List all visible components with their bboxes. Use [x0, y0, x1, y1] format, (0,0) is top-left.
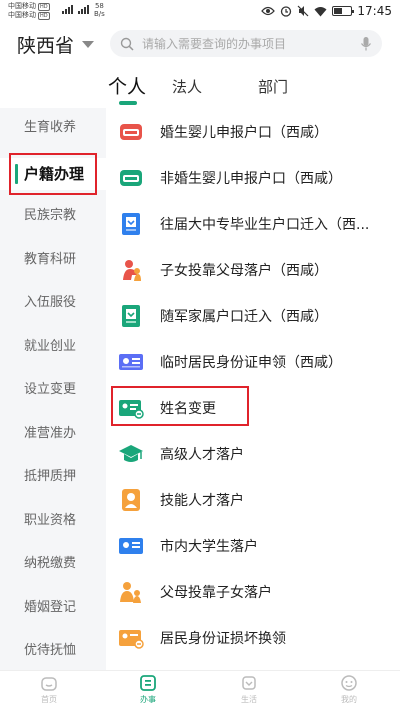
sidebar-item-birth-adoption[interactable]: 生育收养 — [0, 113, 106, 143]
list-item[interactable]: 非婚生婴儿申报户口（西咸） — [106, 158, 400, 198]
list-item[interactable]: 高级人才落户 — [106, 434, 400, 474]
list-item[interactable]: 子女投靠父母落户（西咸） — [106, 250, 400, 290]
nav-profile-label: 我的 — [341, 695, 357, 704]
list-item[interactable]: 父母投靠子女落户 — [106, 572, 400, 612]
search-bar[interactable]: 请输入需要查询的办事项目 — [110, 30, 382, 57]
active-tab-indicator — [119, 101, 137, 105]
sidebar-item-military-service[interactable]: 入伍服役 — [0, 288, 106, 318]
graduate-document-icon — [122, 213, 140, 235]
nav-home[interactable]: 首页 — [19, 674, 79, 705]
list-item[interactable]: 婚生婴儿申报户口（西咸） — [106, 112, 400, 152]
microphone-icon[interactable] — [360, 36, 372, 52]
item-label: 居民身份证损坏换领 — [160, 631, 286, 647]
carrier-1: 中国移动 — [8, 2, 36, 10]
profile-icon — [341, 675, 357, 691]
tab-department[interactable]: 部门 — [258, 76, 288, 97]
sidebar-item-tax-payment[interactable]: 纳税缴费 — [0, 549, 106, 579]
sidebar-item-preferential-treatment[interactable]: 优待抚恤 — [0, 636, 106, 666]
list-item[interactable]: 往届大中专毕业生户口迁入（西... — [106, 204, 400, 244]
search-icon — [120, 37, 134, 51]
category-tabs: 个人 法人 部门 — [0, 64, 400, 110]
student-card-icon — [119, 538, 143, 554]
header: 陕西省 请输入需要查询的办事项目 — [0, 24, 400, 64]
battery-icon — [332, 6, 355, 16]
nav-services-label: 办事 — [140, 695, 156, 704]
province-selector[interactable]: 陕西省 — [17, 31, 95, 58]
sidebar-item-establishment-change[interactable]: 设立变更 — [0, 375, 106, 405]
tab-personal[interactable]: 个人 — [108, 72, 146, 99]
elderly-family-icon — [120, 582, 141, 603]
id-replace-icon — [119, 630, 144, 649]
nav-life-label: 生活 — [241, 695, 257, 704]
search-input[interactable]: 请输入需要查询的办事项目 — [142, 35, 360, 52]
list-item[interactable]: 技能人才落户 — [106, 480, 400, 520]
mute-icon — [297, 5, 309, 17]
carrier-2: 中国移动 — [8, 11, 36, 19]
hd-badge: HD — [38, 2, 50, 11]
item-label: 临时居民身份证申领（西咸） — [160, 355, 342, 371]
nav-profile[interactable]: 我的 — [319, 674, 379, 705]
graduation-cap-icon — [119, 445, 143, 462]
id-card-icon — [119, 354, 143, 370]
list-item[interactable]: 随军家属户口迁入（西咸） — [106, 296, 400, 336]
item-label: 技能人才落户 — [160, 493, 244, 509]
family-icon — [123, 260, 141, 281]
network-speed: 58 B/s — [94, 2, 105, 18]
sidebar-item-business-permit[interactable]: 准营准办 — [0, 419, 106, 449]
item-label: 随军家属户口迁入（西咸） — [160, 309, 328, 325]
services-icon — [140, 675, 156, 691]
bottom-navigation: 首页 办事 生活 我的 — [0, 670, 400, 711]
sidebar-item-professional-qualification[interactable]: 职业资格 — [0, 506, 106, 536]
caret-down-icon — [82, 41, 95, 48]
sidebar-item-education-research[interactable]: 教育科研 — [0, 245, 106, 275]
hd-badge-2: HD — [38, 11, 50, 20]
sidebar-item-ethnic-religion[interactable]: 民族宗教 — [0, 201, 106, 231]
signal-icon — [62, 5, 89, 14]
wifi-icon — [314, 6, 327, 16]
carrier-info: 中国移动 HD 中国移动 HD — [8, 2, 50, 20]
sidebar-item-marriage-registration[interactable]: 婚姻登记 — [0, 593, 106, 623]
item-label: 父母投靠子女落户 — [160, 585, 272, 601]
life-icon — [242, 676, 256, 690]
item-label: 非婚生婴儿申报户口（西咸） — [160, 171, 342, 187]
list-item[interactable]: 市内大学生落户 — [106, 526, 400, 566]
item-label: 往届大中专毕业生户口迁入（西... — [160, 217, 370, 233]
military-document-icon — [122, 305, 140, 327]
item-label: 子女投靠父母落户（西咸） — [160, 263, 328, 279]
home-icon — [41, 677, 57, 691]
nav-home-label: 首页 — [41, 695, 57, 704]
alarm-icon — [281, 6, 292, 17]
item-label: 市内大学生落户 — [160, 539, 258, 555]
nav-services[interactable]: 办事 — [118, 674, 178, 705]
skilled-talent-icon — [122, 489, 140, 511]
highlight-box-sidebar — [9, 153, 97, 195]
eye-icon — [261, 6, 276, 16]
item-label: 高级人才落户 — [160, 447, 244, 463]
sidebar-item-employment[interactable]: 就业创业 — [0, 332, 106, 362]
clock: 17:45 — [357, 4, 392, 18]
item-label: 婚生婴儿申报户口（西咸） — [160, 125, 328, 141]
list-item[interactable]: 居民身份证损坏换领 — [106, 618, 400, 658]
baby-registration-icon — [120, 170, 142, 186]
province-label: 陕西省 — [17, 35, 75, 57]
sidebar-item-mortgage-pledge[interactable]: 抵押质押 — [0, 462, 106, 492]
nav-life[interactable]: 生活 — [219, 674, 279, 705]
list-item[interactable]: 临时居民身份证申领（西咸） — [106, 342, 400, 382]
status-bar: 中国移动 HD 中国移动 HD 58 B/s 17:45 — [0, 0, 400, 24]
highlight-box-item — [111, 386, 249, 426]
baby-registration-icon — [120, 124, 142, 140]
tab-legal-person[interactable]: 法人 — [172, 76, 202, 97]
